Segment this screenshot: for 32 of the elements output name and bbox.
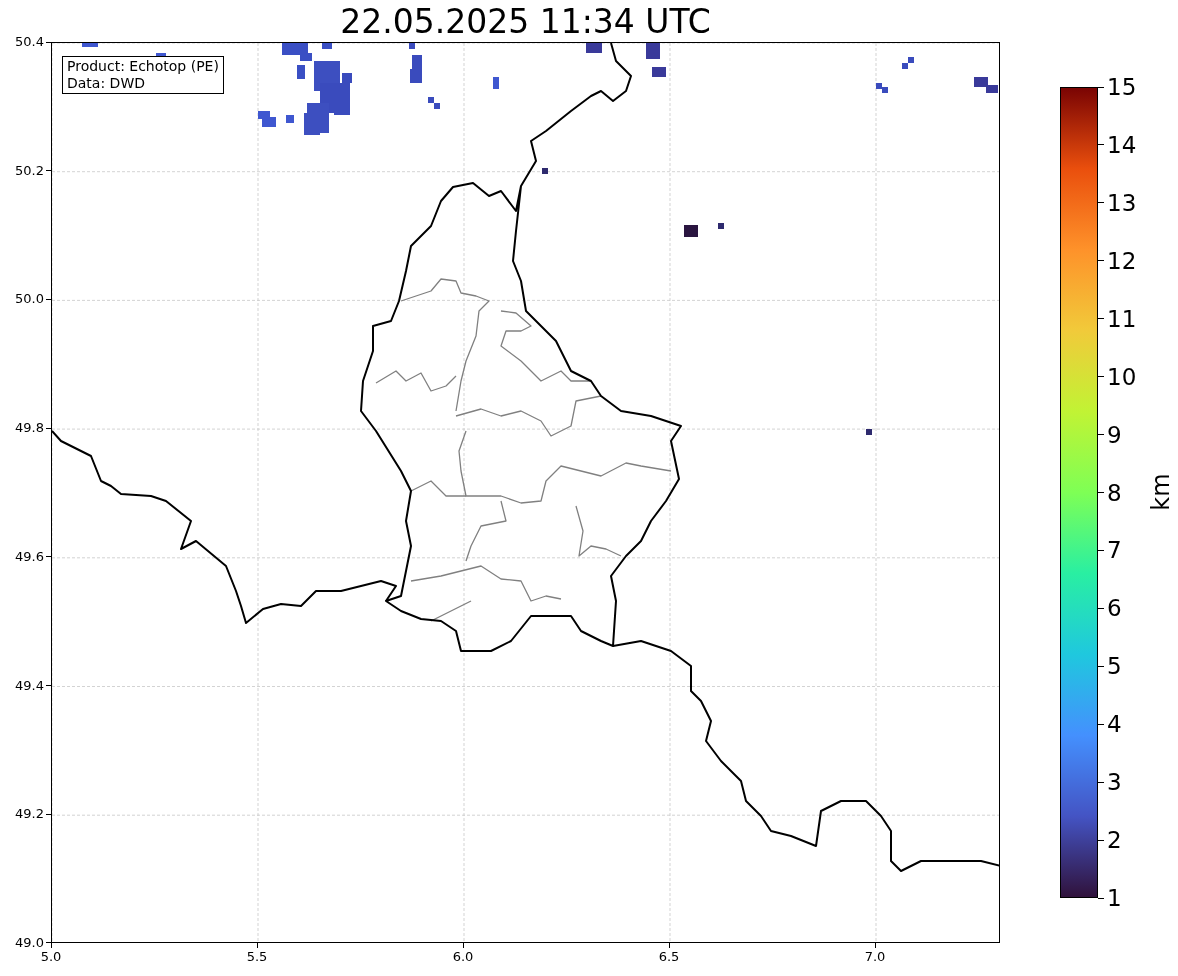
colorbar-tick-label: 1 bbox=[1107, 885, 1122, 911]
info-text: Data: DWD bbox=[67, 75, 146, 92]
y-axis-tick-label: 49.8 bbox=[14, 420, 44, 437]
colorbar-tick-label: 2 bbox=[1107, 827, 1122, 854]
info-text: Product: Echotop (PE) bbox=[67, 58, 219, 75]
colorbar-tick-label: 7 bbox=[1107, 537, 1122, 564]
y-axis-tick-label: 49.2 bbox=[14, 806, 44, 823]
colorbar-tick-label: 15 bbox=[1107, 74, 1137, 100]
colorbar-tick-label: 5 bbox=[1107, 653, 1122, 680]
colorbar-tick-label: 11 bbox=[1107, 305, 1137, 332]
colorbar-tick-label: 10 bbox=[1107, 363, 1137, 390]
x-axis-tick-label: 6.5 bbox=[657, 949, 681, 965]
colorbar-tick-label: 3 bbox=[1107, 769, 1122, 796]
y-axis-tick-label: 49.6 bbox=[14, 548, 44, 565]
colorbar-tick-label: 14 bbox=[1107, 131, 1137, 158]
y-axis-tick-label: 50.2 bbox=[14, 162, 44, 179]
colorbar-tick-label: 8 bbox=[1107, 479, 1122, 506]
colorbar-tick-label: 12 bbox=[1107, 247, 1137, 274]
colorbar-label: km bbox=[1146, 473, 1175, 511]
chart-title: 22.05.2025 11:34 UTC bbox=[339, 2, 712, 42]
x-axis-tick-label: 5.0 bbox=[39, 949, 63, 965]
x-axis-tick-label: 6.0 bbox=[451, 949, 475, 965]
y-axis-tick-label: 49.4 bbox=[14, 677, 44, 694]
x-axis-tick-label: 7.0 bbox=[863, 949, 887, 965]
colorbar-tick-label: 9 bbox=[1107, 421, 1122, 448]
y-axis-tick-label: 50.4 bbox=[14, 34, 44, 50]
colorbar-tick-label: 6 bbox=[1107, 595, 1122, 622]
y-axis-tick-label: 49.0 bbox=[14, 934, 44, 951]
colorbar-tick-label: 13 bbox=[1107, 189, 1137, 216]
x-axis-tick-label: 5.5 bbox=[245, 949, 269, 965]
colorbar-tick-label: 4 bbox=[1107, 711, 1122, 738]
y-axis-tick-label: 50.0 bbox=[14, 291, 44, 308]
